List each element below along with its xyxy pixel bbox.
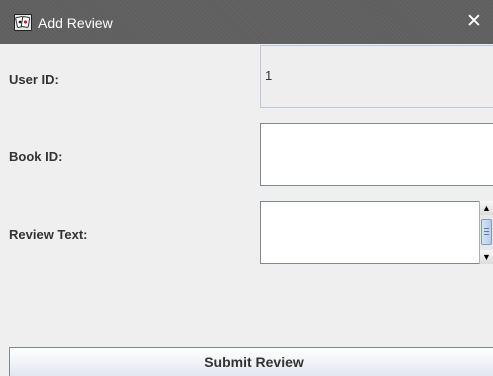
app-cards-icon: [14, 14, 32, 31]
add-review-window: Add Review ✕ User ID: 1 Book ID: Review …: [0, 0, 493, 376]
book-id-label: Book ID:: [9, 149, 63, 164]
title-bar[interactable]: Add Review ✕: [0, 0, 493, 44]
scroll-down-arrow-icon[interactable]: ▼: [480, 250, 493, 264]
user-id-value: 1: [265, 68, 273, 83]
book-id-input[interactable]: [260, 123, 493, 186]
close-icon: ✕: [466, 11, 482, 32]
close-button[interactable]: ✕: [463, 10, 485, 34]
scroll-thumb[interactable]: [481, 219, 492, 245]
scroll-up-arrow-icon[interactable]: ▲: [480, 201, 493, 215]
review-text-area-container: [260, 201, 481, 264]
review-text-area[interactable]: [261, 202, 464, 263]
submit-review-button[interactable]: Submit Review: [9, 347, 493, 376]
user-id-label: User ID:: [9, 72, 59, 87]
review-text-label: Review Text:: [9, 227, 88, 242]
user-id-value-field: 1: [260, 45, 493, 108]
review-text-scrollbar[interactable]: ▲ ▼: [479, 201, 493, 264]
window-title: Add Review: [38, 15, 113, 31]
